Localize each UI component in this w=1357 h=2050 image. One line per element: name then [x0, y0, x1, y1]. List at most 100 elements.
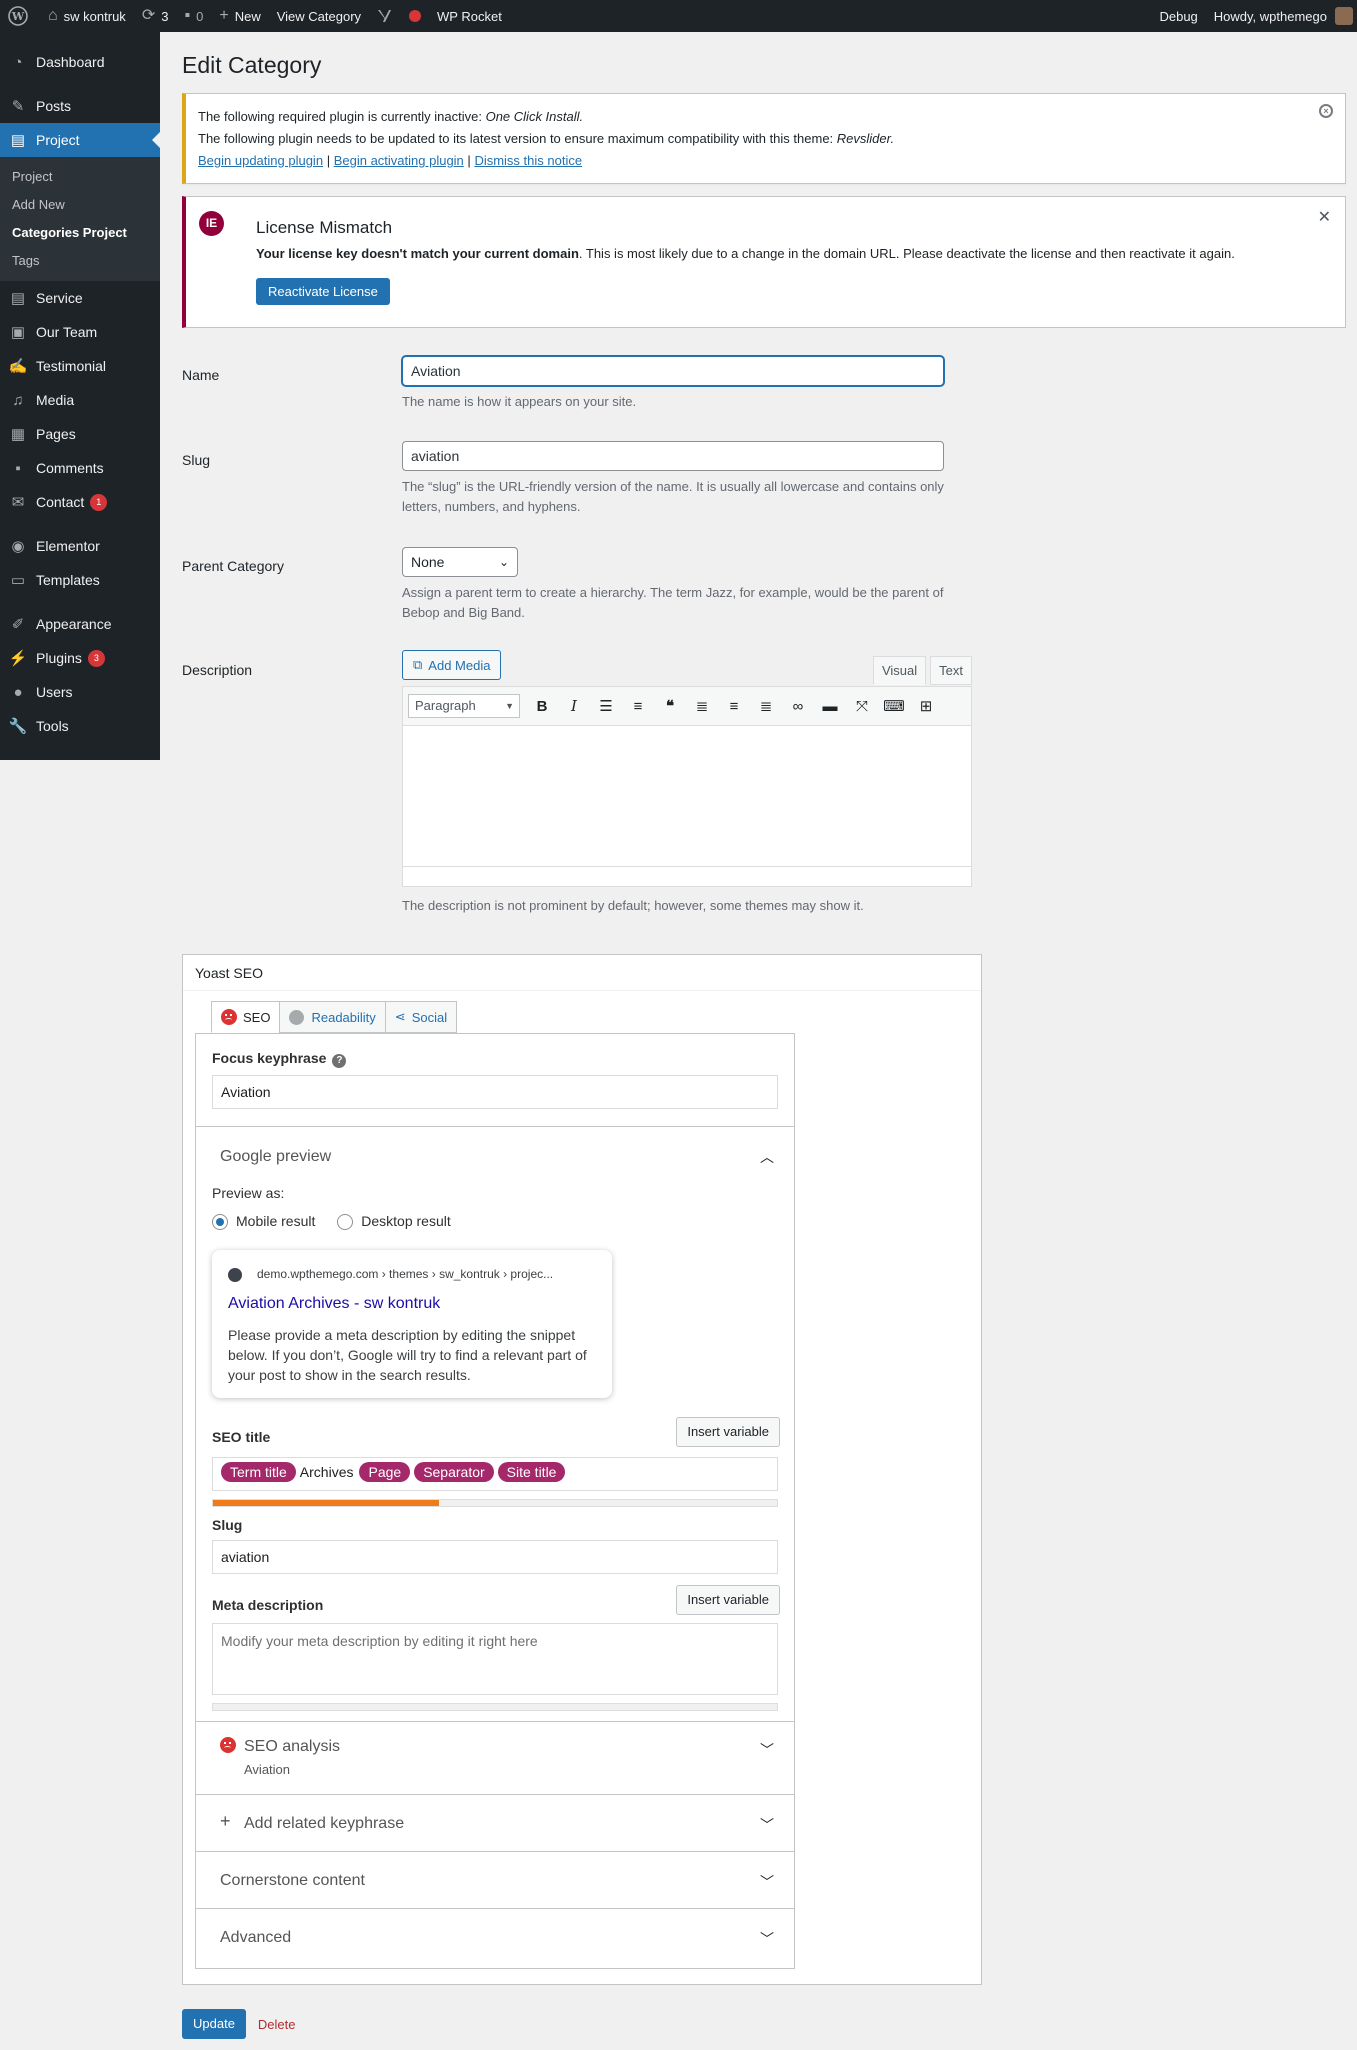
variable-site-title[interactable]: Site title: [497, 1462, 566, 1482]
tab-text[interactable]: Text: [930, 656, 972, 685]
yoast-title: Yoast SEO: [183, 955, 981, 991]
svg-text:W: W: [11, 10, 25, 23]
sidebar-item-elementor[interactable]: ◉ Elementor: [0, 529, 160, 563]
plugin-notice: The following required plugin is current…: [182, 93, 1346, 184]
sidebar-item-posts[interactable]: ✎ Posts: [0, 89, 160, 123]
sidebar-item-comments[interactable]: ▪ Comments: [0, 451, 160, 485]
close-icon[interactable]: ✕: [1318, 207, 1331, 227]
align-left-icon[interactable]: ≣: [686, 697, 718, 715]
add-media-button[interactable]: ⧉ Add Media: [402, 650, 502, 680]
account-menu[interactable]: Howdy, wpthemego: [1206, 0, 1357, 32]
sidebar-item-tools[interactable]: 🔧 Tools: [0, 709, 160, 743]
submenu-project[interactable]: Project: [0, 163, 160, 191]
help-icon[interactable]: ?: [332, 1054, 347, 1068]
align-right-icon[interactable]: ≣: [750, 697, 782, 715]
dashboard-icon: ◔: [13, 53, 23, 71]
view-category-link[interactable]: View Category: [269, 0, 369, 32]
advanced-section[interactable]: Advanced ﹀: [196, 1908, 794, 1968]
insert-variable-button[interactable]: Insert variable: [676, 1417, 780, 1447]
delete-link[interactable]: Delete: [258, 2017, 296, 2032]
sidebar-item-contact[interactable]: ✉ Contact 1: [0, 485, 160, 519]
sidebar-item-testimonial[interactable]: ✍ Testimonial: [0, 349, 160, 383]
sad-face-icon: [221, 1009, 237, 1025]
insert-variable-button[interactable]: Insert variable: [676, 1585, 780, 1615]
yoast-slug-input[interactable]: aviation: [212, 1540, 778, 1574]
chevron-down-icon[interactable]: ﹀: [760, 1872, 774, 1892]
google-preview-toggle[interactable]: Google preview: [220, 1148, 331, 1166]
submenu-tags[interactable]: Tags: [0, 247, 160, 275]
mobile-result-radio[interactable]: Mobile result: [212, 1213, 315, 1231]
sidebar-item-dashboard[interactable]: ◔ Dashboard: [0, 45, 160, 79]
align-center-icon[interactable]: ≡: [718, 698, 750, 715]
reactivate-license-button[interactable]: Reactivate License: [256, 278, 390, 305]
update-button[interactable]: Update: [182, 2009, 246, 2039]
tab-seo[interactable]: SEO: [211, 1001, 281, 1033]
submenu-add-new[interactable]: Add New: [0, 191, 160, 219]
chevron-up-icon[interactable]: ︿: [760, 1147, 774, 1167]
description-help: The description is not prominent by defa…: [402, 898, 864, 913]
numbered-list-icon[interactable]: ≡: [622, 698, 654, 715]
sidebar-item-service[interactable]: ▤ Service: [0, 281, 160, 315]
meta-description-input[interactable]: Modify your meta description by editing …: [212, 1623, 778, 1695]
elementor-icon: ◉: [11, 538, 25, 555]
seo-analysis-section[interactable]: SEO analysis Aviation ﹀: [196, 1721, 794, 1794]
sidebar-item-pages[interactable]: ▦ Pages: [0, 417, 160, 451]
updates-link[interactable]: ⟳ 3: [134, 0, 177, 32]
parent-category-select[interactable]: None ⌄: [402, 547, 518, 577]
submenu-categories-project[interactable]: Categories Project: [0, 219, 160, 247]
editor-toolbar: Paragraph ▼ B I ☰ ≡ ❝ ≣ ≡ ≣ ∞ ▬ ⤧ ⌨ ⊞: [402, 686, 972, 726]
keyboard-icon[interactable]: ⌨: [878, 697, 910, 715]
add-related-keyphrase-section[interactable]: + Add related keyphrase ﹀: [196, 1794, 794, 1851]
comment-icon: ▪: [15, 459, 21, 477]
google-snippet-preview[interactable]: demo.wpthemego.com › themes › sw_kontruk…: [212, 1250, 612, 1398]
yoast-status-dot: [401, 0, 429, 32]
description-editor[interactable]: [402, 725, 972, 887]
wordpress-logo-icon[interactable]: W: [0, 0, 40, 32]
wp-rocket-link[interactable]: WP Rocket: [429, 0, 510, 32]
dismiss-icon[interactable]: ×: [1319, 104, 1333, 118]
dismiss-notice-link[interactable]: Dismiss this notice: [474, 153, 582, 168]
tab-readability[interactable]: Readability: [279, 1001, 386, 1033]
name-input[interactable]: Aviation: [402, 356, 944, 386]
mail-icon: ✉: [11, 494, 25, 511]
sidebar-item-media[interactable]: ♫ Media: [0, 383, 160, 417]
tab-visual[interactable]: Visual: [872, 656, 927, 685]
slug-input[interactable]: aviation: [402, 441, 944, 471]
chevron-down-icon[interactable]: ﹀: [760, 1929, 774, 1949]
link-icon[interactable]: ∞: [782, 698, 814, 715]
variable-separator[interactable]: Separator: [414, 1462, 494, 1482]
name-label: Name: [182, 367, 220, 383]
bullet-list-icon[interactable]: ☰: [590, 697, 622, 715]
comments-link[interactable]: ▪ 0: [176, 0, 211, 32]
fullscreen-icon[interactable]: ⤧: [846, 698, 878, 715]
focus-keyphrase-input[interactable]: Aviation: [212, 1075, 778, 1109]
sidebar-item-our-team[interactable]: ▣ Our Team: [0, 315, 160, 349]
variable-term-title[interactable]: Term title: [221, 1462, 296, 1482]
sidebar-item-plugins[interactable]: ⚡ Plugins 3: [0, 641, 160, 675]
toolbar-toggle-icon[interactable]: ⊞: [910, 697, 942, 715]
sidebar-item-project[interactable]: ▤ Project: [0, 123, 160, 157]
read-more-icon[interactable]: ▬: [814, 698, 846, 715]
edit-icon: ✍: [8, 358, 28, 375]
bold-icon[interactable]: B: [526, 698, 558, 715]
debug-link[interactable]: Debug: [1151, 0, 1205, 32]
yoast-icon[interactable]: [369, 0, 401, 32]
new-content-link[interactable]: + New: [211, 0, 268, 32]
site-name-link[interactable]: ⌂ sw kontruk: [40, 0, 134, 32]
begin-activating-link[interactable]: Begin activating plugin: [334, 153, 464, 168]
italic-icon[interactable]: I: [558, 697, 590, 715]
chevron-down-icon[interactable]: ﹀: [760, 1740, 774, 1760]
seo-title-input[interactable]: Term title Archives Page Separator Site titl…: [212, 1457, 778, 1491]
chevron-down-icon[interactable]: ﹀: [760, 1815, 774, 1835]
variable-page[interactable]: Page: [359, 1462, 411, 1482]
cornerstone-content-section[interactable]: Cornerstone content ﹀: [196, 1851, 794, 1908]
paragraph-format-select[interactable]: Paragraph ▼: [408, 694, 520, 718]
begin-updating-link[interactable]: Begin updating plugin: [198, 153, 323, 168]
tab-social[interactable]: ⋖ Social: [384, 1001, 458, 1033]
sidebar-item-appearance[interactable]: ✐ Appearance: [0, 607, 160, 641]
editor-resize-handle[interactable]: [403, 866, 971, 886]
sidebar-item-users[interactable]: ● Users: [0, 675, 160, 709]
desktop-result-radio[interactable]: Desktop result: [337, 1213, 451, 1231]
blockquote-icon[interactable]: ❝: [654, 697, 686, 715]
sidebar-item-templates[interactable]: ▭ Templates: [0, 563, 160, 597]
